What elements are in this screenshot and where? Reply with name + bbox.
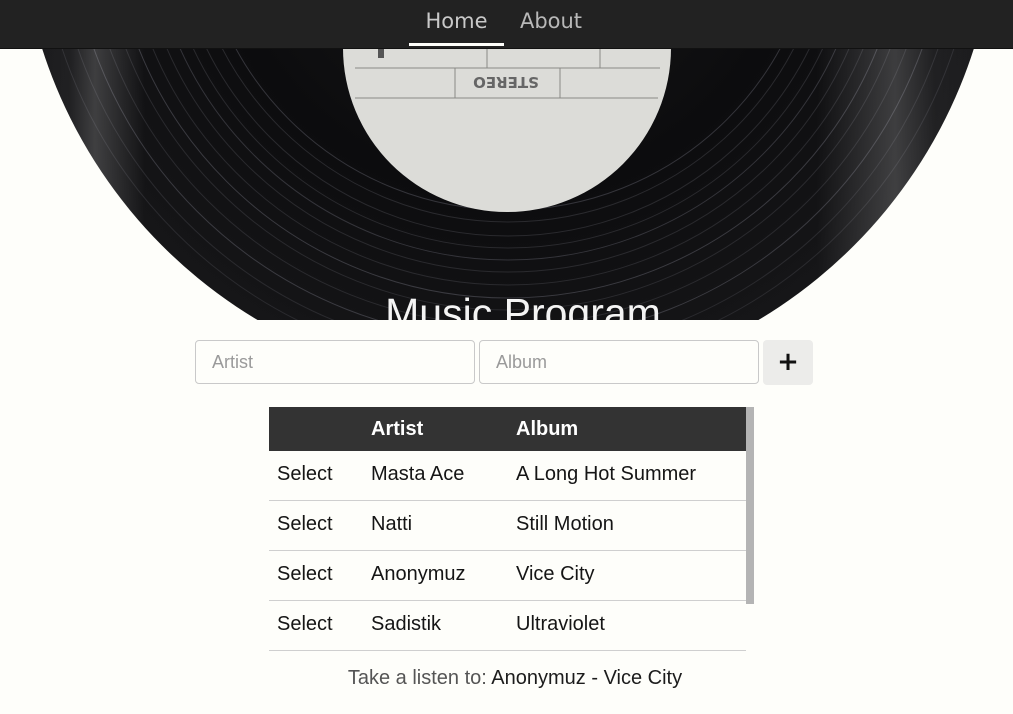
album-cell: Still Motion [516,513,614,535]
album-input[interactable] [479,340,759,384]
listen-prefix: Take a listen to: [347,667,492,689]
table-header-artist: Artist [371,418,424,440]
table-row: Select Anonymuz Vice City [269,551,746,601]
album-cell: A Long Hot Summer [516,463,697,485]
add-entry-button[interactable]: + [763,340,813,385]
listen-selection: Anonymuz - Vice City [491,667,683,689]
table-row: Select Natti Still Motion [269,501,746,551]
now-listening-text: Take a listen to: Anonymuz - Vice City [0,667,1013,690]
artist-cell: Natti [371,513,413,535]
nav-active-indicator [409,43,504,46]
select-link[interactable]: Select [277,551,333,597]
table-header-album: Album [516,418,579,440]
select-link[interactable]: Select [277,501,333,547]
vinyl-record-image: STEREO [20,48,997,320]
table-scrollbar[interactable] [746,407,754,604]
hero-banner: STEREO Music Program [0,48,1013,320]
select-link[interactable]: Select [277,601,333,647]
page-title: Music Program [385,290,661,320]
artist-input[interactable] [195,340,475,384]
nav-home-link[interactable]: Home [409,0,504,46]
table-row: Select Sadistik Ultraviolet [269,601,746,651]
table-row: Select Masta Ace A Long Hot Summer [269,451,746,501]
album-cell: Ultraviolet [516,613,605,635]
music-table: Artist Album Select Masta Ace A Long Hot… [269,407,746,651]
top-navbar: Home About [0,0,1013,49]
select-link[interactable]: Select [277,451,333,497]
artist-cell: Anonymuz [371,563,466,585]
table-header-row: Artist Album [269,407,746,451]
album-cell: Vice City [516,563,595,585]
stereo-label-text: STEREO [473,73,539,91]
artist-cell: Masta Ace [371,463,465,485]
artist-cell: Sadistik [371,613,442,635]
nav-about-link[interactable]: About [510,0,592,46]
